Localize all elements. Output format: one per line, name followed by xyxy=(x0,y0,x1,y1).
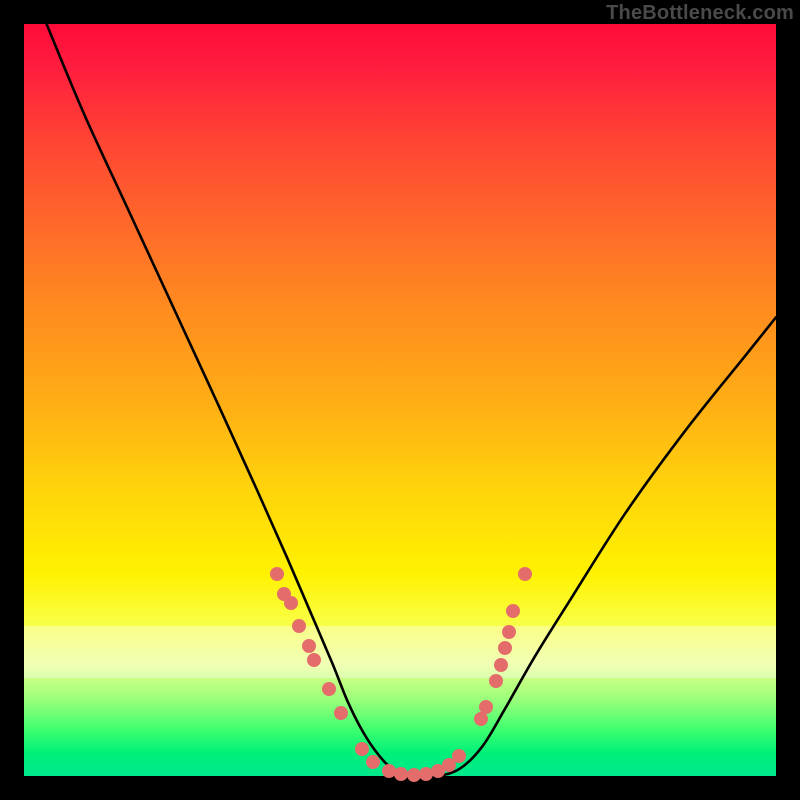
watermark-text: TheBottleneck.com xyxy=(606,2,794,25)
plot-frame xyxy=(24,24,776,776)
pale-band-2 xyxy=(24,652,776,678)
data-marker xyxy=(452,749,466,763)
data-marker xyxy=(518,567,532,581)
data-marker xyxy=(394,767,408,781)
data-marker xyxy=(284,596,298,610)
data-marker xyxy=(502,625,516,639)
data-marker xyxy=(474,712,488,726)
data-marker xyxy=(334,706,348,720)
data-marker xyxy=(355,742,369,756)
data-marker xyxy=(322,682,336,696)
data-marker xyxy=(366,755,380,769)
data-marker xyxy=(270,567,284,581)
data-marker xyxy=(489,674,503,688)
data-marker xyxy=(479,700,493,714)
data-marker xyxy=(506,604,520,618)
data-marker xyxy=(302,639,316,653)
data-marker xyxy=(307,653,321,667)
data-marker xyxy=(494,658,508,672)
pale-band-1 xyxy=(24,626,776,652)
data-marker xyxy=(498,641,512,655)
data-marker xyxy=(292,619,306,633)
